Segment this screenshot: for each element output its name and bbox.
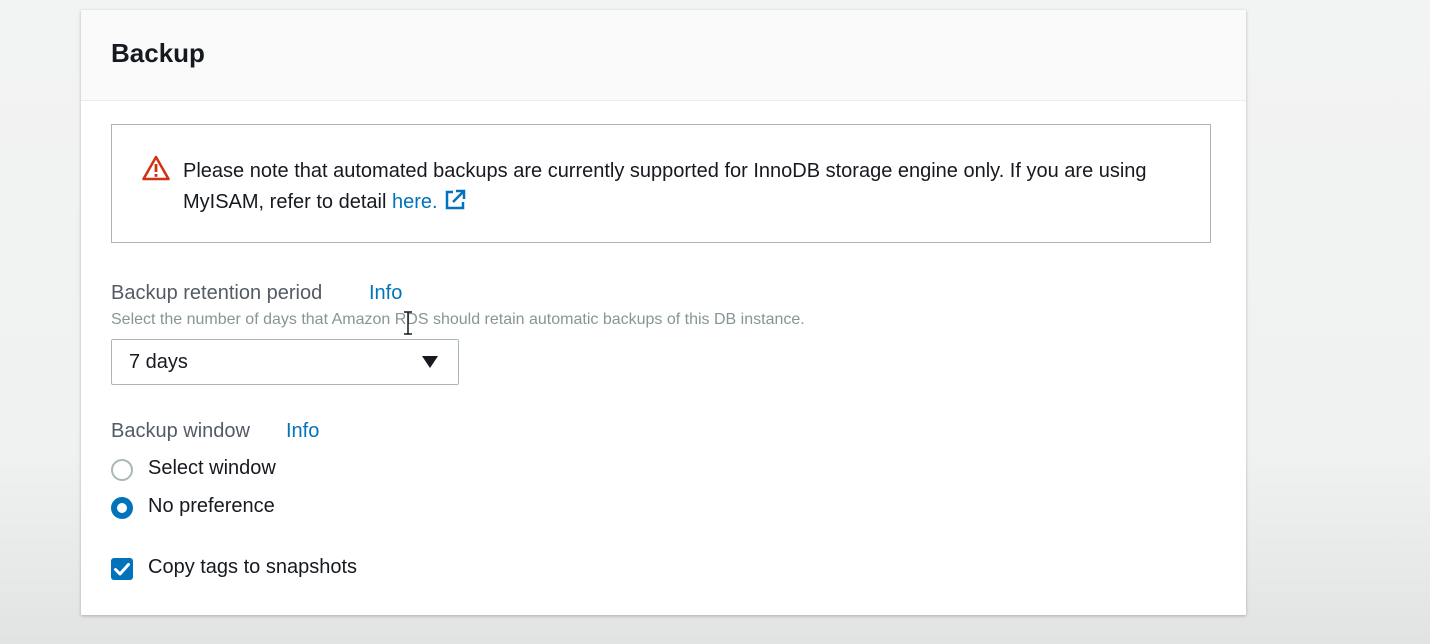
warning-triangle-icon <box>142 155 170 181</box>
retention-description: Select the number of days that Amazon RD… <box>111 311 805 328</box>
caret-down-icon <box>422 356 438 368</box>
warning-alert: Please note that automated backups are c… <box>111 124 1211 243</box>
retention-label: Backup retention period <box>111 282 323 304</box>
alert-message: Please note that automated backups are c… <box>183 156 1183 218</box>
retention-selected-value: 7 days <box>129 351 188 373</box>
panel-header: Backup <box>81 10 1246 101</box>
external-link-icon[interactable] <box>444 189 466 211</box>
backup-window-label: Backup window <box>111 420 250 442</box>
radio-button-checked[interactable] <box>111 497 133 519</box>
copy-tags-label: Copy tags to snapshots <box>148 556 358 578</box>
radio-no-preference[interactable]: No preference <box>111 495 351 521</box>
backup-window-info-link[interactable]: Info <box>286 420 319 443</box>
page: Backup Please note that automated backup… <box>0 0 1430 644</box>
radio-label-no-preference: No preference <box>148 495 275 517</box>
checkmark-icon <box>114 563 130 576</box>
backup-panel: Backup Please note that automated backup… <box>81 10 1246 615</box>
radio-select-window[interactable]: Select window <box>111 457 351 483</box>
checkbox-checked[interactable] <box>111 558 133 580</box>
here-link[interactable]: here. <box>392 191 438 213</box>
panel-title: Backup <box>111 38 205 68</box>
text-cursor-icon <box>404 311 412 335</box>
radio-label-select-window: Select window <box>148 457 276 479</box>
alert-text: Please note that automated backups are c… <box>183 160 1147 213</box>
copy-tags-checkbox-row[interactable]: Copy tags to snapshots <box>111 556 411 582</box>
retention-period-select[interactable]: 7 days <box>111 339 459 385</box>
radio-button-unchecked[interactable] <box>111 459 133 481</box>
retention-info-link[interactable]: Info <box>369 282 402 305</box>
